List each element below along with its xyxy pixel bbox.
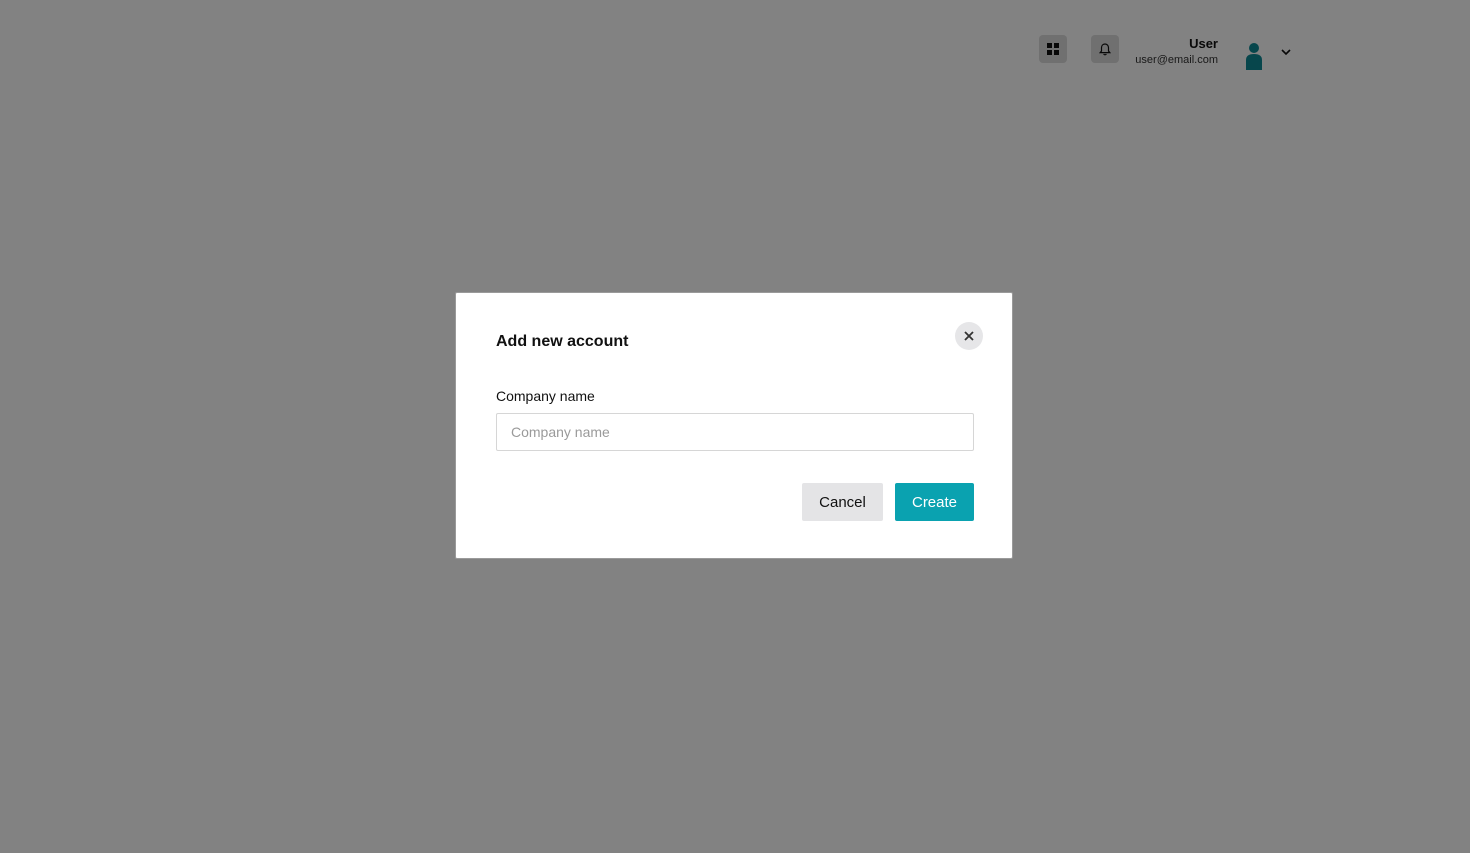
cancel-button[interactable]: Cancel [802, 483, 883, 521]
close-button[interactable] [955, 322, 983, 350]
dialog-title: Add new account [496, 333, 629, 350]
company-name-input[interactable] [496, 413, 974, 451]
company-name-label: Company name [496, 388, 595, 404]
close-icon [964, 331, 974, 341]
add-account-dialog: Add new account Company name Cancel Crea… [455, 292, 1013, 559]
create-button[interactable]: Create [895, 483, 974, 521]
